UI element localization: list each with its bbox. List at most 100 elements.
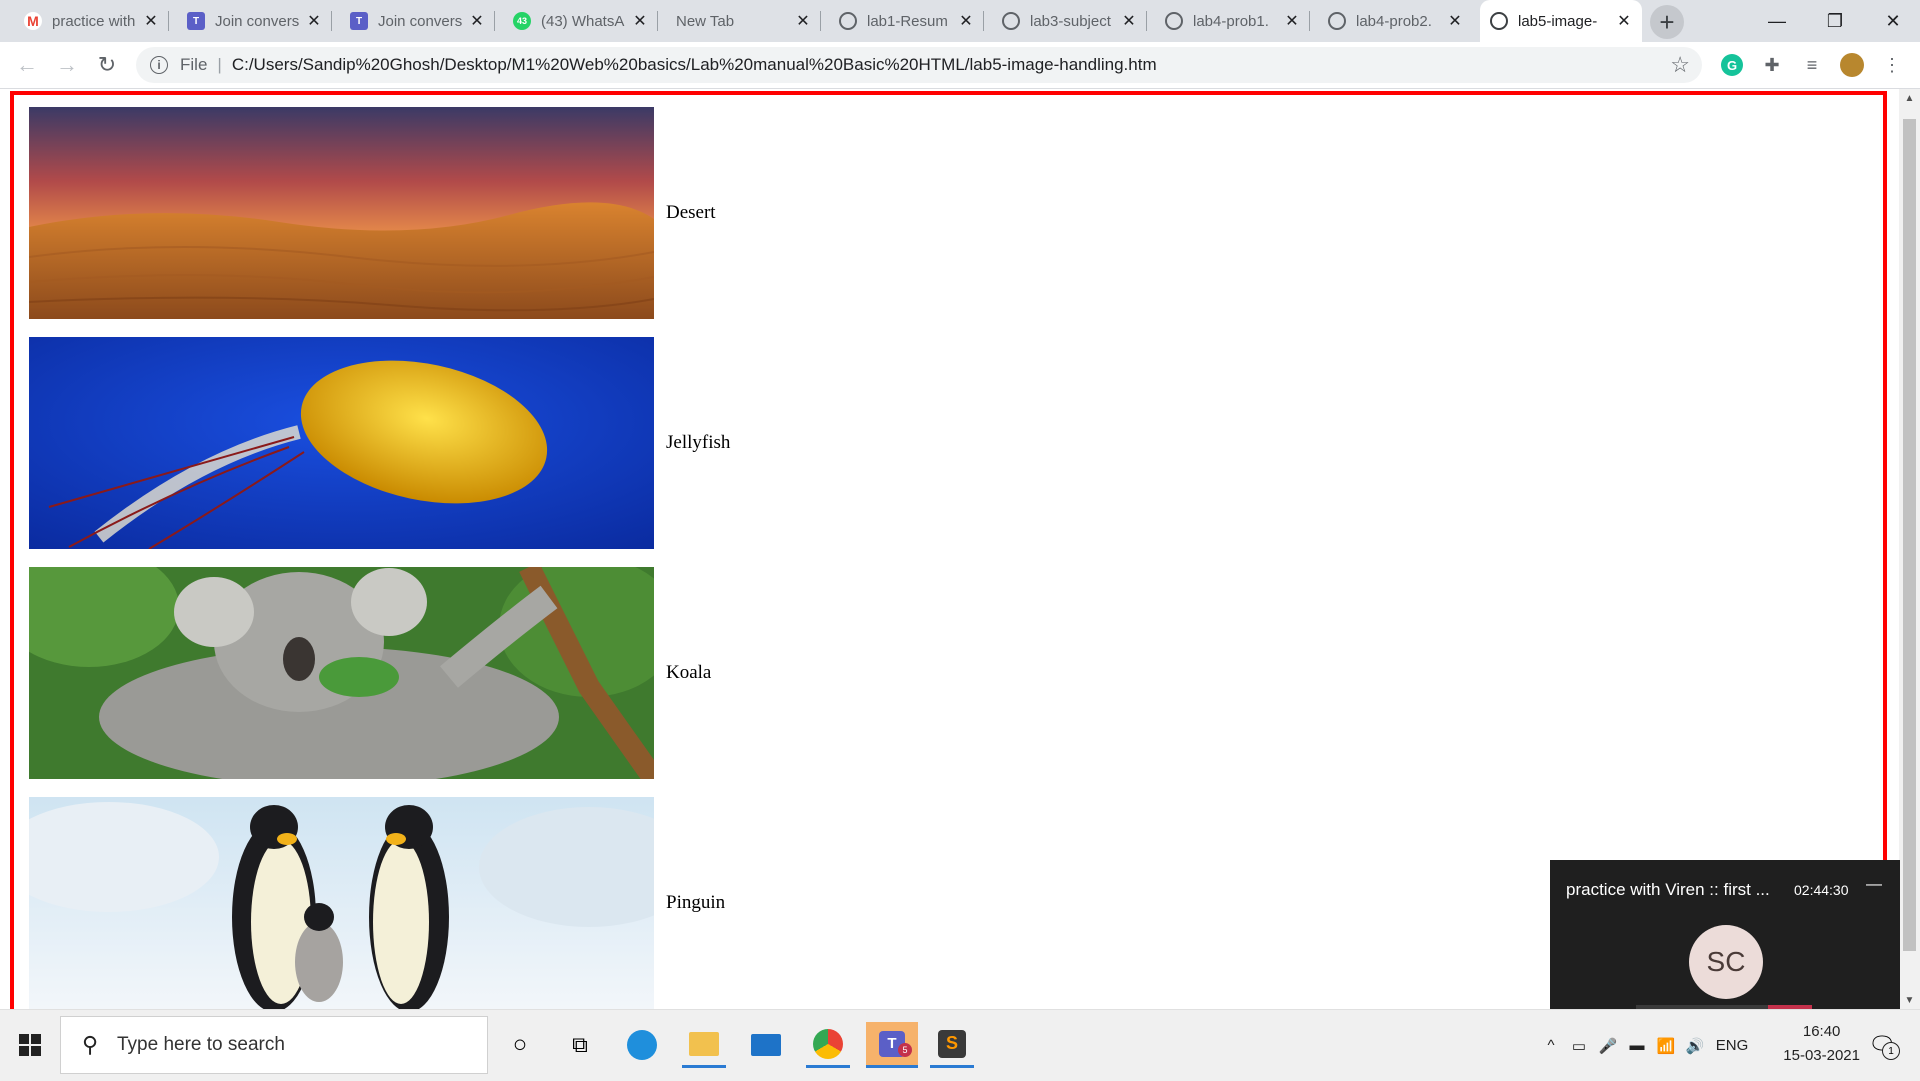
- tab-lab4-prob1[interactable]: lab4-prob1. ✕: [1155, 0, 1310, 42]
- image-caption: Jellyfish: [666, 432, 731, 453]
- teams-icon: T: [187, 12, 205, 30]
- close-icon[interactable]: ✕: [467, 11, 487, 31]
- wifi-icon[interactable]: 📶: [1652, 1037, 1680, 1055]
- tab-lab1[interactable]: lab1-Resum ✕: [829, 0, 984, 42]
- close-icon[interactable]: ✕: [793, 11, 813, 31]
- close-icon[interactable]: ✕: [956, 11, 976, 31]
- tab-whatsapp[interactable]: 43 (43) WhatsA ✕: [503, 0, 658, 42]
- chrome-icon[interactable]: [806, 1022, 850, 1068]
- minimize-icon[interactable]: —: [1866, 876, 1882, 894]
- microphone-icon[interactable]: 🎤: [1594, 1037, 1622, 1055]
- close-icon[interactable]: ✕: [1119, 11, 1139, 31]
- mail-icon[interactable]: [744, 1022, 788, 1068]
- clock-time: 16:40: [1802, 1023, 1841, 1040]
- image-row-desert: Desert: [29, 107, 716, 319]
- tab-new-tab[interactable]: New Tab ✕: [666, 0, 821, 42]
- scrollbar-thumb[interactable]: [1903, 119, 1916, 951]
- taskbar-search-input[interactable]: ⚲ Type here to search: [60, 1016, 488, 1074]
- tab-title: practice with: [52, 12, 136, 30]
- globe-icon: [1490, 12, 1508, 30]
- media-control-icon[interactable]: ≡: [1799, 52, 1825, 78]
- vertical-scrollbar[interactable]: ▲ ▼: [1899, 89, 1920, 1009]
- teams-taskbar-icon[interactable]: T 5: [866, 1022, 918, 1068]
- close-icon[interactable]: ✕: [630, 11, 650, 31]
- scheme-label: File: [180, 55, 208, 74]
- menu-kebab-icon[interactable]: ⋮: [1879, 52, 1905, 78]
- minimize-button[interactable]: —: [1748, 0, 1806, 42]
- tab-title: lab3-subject: [1030, 12, 1111, 30]
- grammarly-icon[interactable]: G: [1719, 52, 1745, 78]
- scroll-up-arrow-icon[interactable]: ▲: [1899, 89, 1920, 107]
- arrow-right-icon: →: [56, 52, 78, 77]
- close-icon[interactable]: ✕: [1282, 11, 1302, 31]
- tab-title: (43) WhatsA: [541, 12, 625, 30]
- reload-button[interactable]: ↻: [92, 50, 122, 80]
- clock[interactable]: 16:40 15-03-2021: [1783, 1020, 1860, 1068]
- close-icon[interactable]: ✕: [304, 11, 324, 31]
- sublime-text-icon[interactable]: S: [930, 1022, 974, 1068]
- globe-icon: [1165, 12, 1183, 30]
- tab-title: lab5-image-: [1518, 12, 1598, 30]
- address-bar[interactable]: i File | C:/Users/Sandip%20Ghosh/Desktop…: [136, 47, 1702, 83]
- info-icon[interactable]: i: [150, 56, 168, 74]
- notification-center-icon[interactable]: 🗨 1: [1860, 1022, 1904, 1068]
- tab-lab5-active[interactable]: lab5-image- ✕: [1480, 0, 1642, 42]
- browser-toolbar: ← → ↻ i File | C:/Users/Sandip%20Ghosh/D…: [0, 42, 1920, 89]
- tab-title: lab4-prob2.: [1356, 12, 1432, 30]
- tab-strip: M practice with ✕ T Join convers ✕ T Joi…: [0, 0, 1920, 42]
- windows-start-icon[interactable]: [8, 1022, 52, 1068]
- tab-teams-1[interactable]: T Join convers ✕: [177, 0, 332, 42]
- tab-lab3[interactable]: lab3-subject ✕: [992, 0, 1147, 42]
- new-tab-button[interactable]: +: [1650, 5, 1684, 39]
- extensions-puzzle-icon[interactable]: ✚: [1759, 52, 1785, 78]
- meet-now-icon[interactable]: ▭: [1564, 1037, 1594, 1055]
- back-button[interactable]: ←: [12, 50, 42, 80]
- tab-teams-2[interactable]: T Join convers ✕: [340, 0, 495, 42]
- cortana-icon[interactable]: ○: [498, 1022, 542, 1068]
- avatar: SC: [1689, 925, 1763, 999]
- teams-badge: 5: [898, 1043, 912, 1057]
- battery-icon[interactable]: ▬: [1622, 1037, 1652, 1054]
- restore-button[interactable]: ❐: [1806, 0, 1864, 42]
- image-caption: Pinguin: [666, 892, 726, 913]
- penguin-image: [29, 797, 654, 1009]
- forward-button[interactable]: →: [52, 50, 82, 80]
- chevron-up-icon[interactable]: ^: [1538, 1037, 1564, 1054]
- gmail-icon: M: [24, 12, 42, 30]
- arrow-left-icon: ←: [16, 52, 38, 77]
- close-icon[interactable]: ✕: [1614, 11, 1634, 31]
- close-window-button[interactable]: ✕: [1864, 0, 1920, 42]
- globe-icon: [1002, 12, 1020, 30]
- call-title: practice with Viren :: first ...: [1566, 880, 1770, 899]
- reload-icon: ↻: [97, 52, 117, 77]
- close-icon[interactable]: ✕: [141, 11, 161, 31]
- scroll-down-arrow-icon[interactable]: ▼: [1899, 991, 1920, 1009]
- plus-icon: +: [1659, 6, 1675, 37]
- koala-image: [29, 567, 654, 779]
- image-row-jellyfish: Jellyfish: [29, 337, 730, 549]
- teams-icon: T: [350, 12, 368, 30]
- system-tray: ^ ▭ 🎤 ▬ 📶 🔊 ENG: [1538, 1010, 1754, 1081]
- image-row-penguin: Pinguin: [29, 797, 725, 1009]
- profile-avatar[interactable]: [1839, 52, 1865, 78]
- jellyfish-image: [29, 337, 654, 549]
- task-view-icon[interactable]: ⧉: [558, 1022, 602, 1068]
- language-indicator[interactable]: ENG: [1710, 1037, 1754, 1054]
- bookmark-star-icon[interactable]: ☆: [1670, 52, 1690, 78]
- close-icon[interactable]: ✕: [1445, 11, 1465, 31]
- image-row-koala: Koala: [29, 567, 711, 779]
- tab-title: lab4-prob1.: [1193, 12, 1269, 30]
- volume-icon[interactable]: 🔊: [1680, 1037, 1710, 1055]
- tab-gmail[interactable]: M practice with ✕: [14, 0, 169, 42]
- windows-taskbar: ⚲ Type here to search ○ ⧉ T 5 S ^ ▭ 🎤 ▬ …: [0, 1009, 1920, 1081]
- call-duration: 02:44:30: [1794, 882, 1849, 898]
- avatar-initials: SC: [1706, 946, 1746, 977]
- search-icon: ⚲: [81, 1032, 99, 1057]
- tab-lab4-prob2[interactable]: lab4-prob2. ✕: [1318, 0, 1473, 42]
- image-caption: Koala: [666, 662, 712, 683]
- tab-title: lab1-Resum: [867, 12, 948, 30]
- desert-image: [29, 107, 654, 319]
- edge-browser-icon[interactable]: [620, 1022, 664, 1068]
- globe-icon: [839, 12, 857, 30]
- file-explorer-icon[interactable]: [682, 1022, 726, 1068]
